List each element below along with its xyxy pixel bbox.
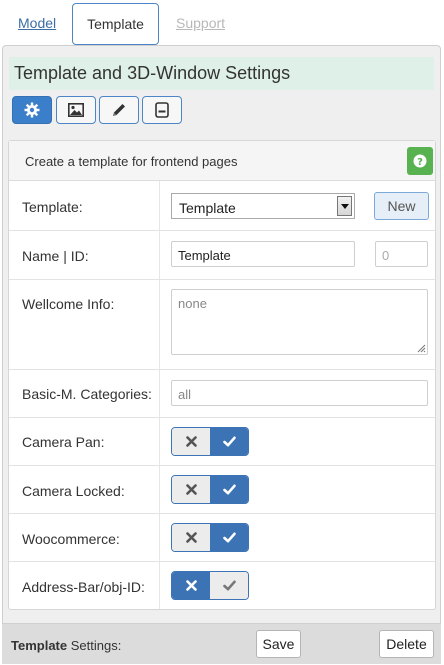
footer-bar: Template Settings: Save Delete [2, 623, 441, 664]
camera-pan-label: Camera Pan: [22, 434, 105, 450]
name-id-label: Name | ID: [22, 248, 89, 264]
welcome-label: Wellcome Info: [22, 296, 115, 312]
woocommerce-row: Woocommerce: [9, 514, 435, 562]
tab-support[interactable]: Support [176, 15, 225, 31]
new-template-button[interactable]: New [374, 192, 429, 220]
save-button[interactable]: Save [256, 630, 301, 658]
resize-handle-icon[interactable] [417, 344, 426, 353]
question-icon: ? [413, 154, 427, 168]
template-select-value: Template [179, 200, 236, 216]
camera-locked-toggle[interactable] [171, 475, 249, 504]
card-header: Create a template for frontend pages ? [9, 141, 435, 181]
welcome-placeholder: none [178, 296, 207, 311]
template-select[interactable]: Template [171, 193, 355, 219]
dropdown-arrow-icon[interactable] [337, 196, 352, 216]
footer-label-bold: Template [11, 638, 68, 653]
edit-tab-button[interactable] [99, 96, 139, 124]
close-icon [185, 436, 197, 447]
camera-locked-on[interactable] [210, 476, 248, 503]
image-icon [68, 103, 84, 117]
check-icon [222, 436, 236, 447]
address-bar-on[interactable] [210, 572, 248, 599]
close-icon [185, 532, 197, 543]
categories-row: Basic-M. Categories: all [9, 370, 435, 418]
woocommerce-label: Woocommerce: [22, 531, 120, 547]
close-icon [185, 484, 197, 495]
camera-locked-off[interactable] [172, 476, 210, 503]
check-icon [222, 484, 236, 495]
tab-bar: Model Template Support [0, 0, 444, 46]
panel-title: Template and 3D-Window Settings [14, 63, 291, 83]
categories-field[interactable]: all [171, 380, 428, 406]
template-row: Template: Template New [9, 181, 435, 231]
welcome-row: Wellcome Info: none [9, 280, 435, 370]
woocommerce-on[interactable] [210, 524, 248, 551]
address-bar-label: Address-Bar/obj-ID: [22, 579, 145, 595]
id-field[interactable]: 0 [375, 241, 428, 267]
window-tab-button[interactable] [142, 96, 182, 124]
window-icon [155, 102, 169, 118]
categories-label: Basic-M. Categories: [22, 386, 152, 402]
address-bar-off[interactable] [172, 572, 210, 599]
camera-pan-row: Camera Pan: [9, 418, 435, 466]
footer-label: Template Settings: [11, 638, 121, 653]
template-label: Template: [22, 199, 83, 215]
check-icon [222, 532, 236, 543]
name-id-row: Name | ID: Template 0 [9, 231, 435, 280]
woocommerce-toggle[interactable] [171, 523, 249, 552]
address-bar-row: Address-Bar/obj-ID: [9, 562, 435, 609]
settings-panel: Template and 3D-Window Settings Create a… [2, 45, 441, 664]
svg-text:?: ? [417, 157, 423, 168]
image-tab-button[interactable] [56, 96, 96, 124]
name-field-value: Template [178, 248, 231, 263]
id-field-placeholder: 0 [382, 248, 390, 263]
categories-placeholder: all [178, 387, 192, 402]
card-heading: Create a template for frontend pages [25, 154, 238, 169]
camera-pan-on[interactable] [210, 428, 248, 455]
gear-icon [24, 102, 40, 118]
template-card: Create a template for frontend pages ? T… [8, 140, 436, 610]
address-bar-toggle[interactable] [171, 571, 249, 600]
settings-tab-button[interactable] [12, 96, 52, 124]
tab-model[interactable]: Model [18, 15, 56, 31]
help-button[interactable]: ? [407, 147, 433, 175]
close-icon [185, 580, 197, 591]
tab-template[interactable]: Template [72, 3, 159, 45]
panel-header: Template and 3D-Window Settings [9, 57, 434, 90]
check-icon [222, 580, 236, 591]
camera-pan-toggle[interactable] [171, 427, 249, 456]
name-field[interactable]: Template [171, 241, 355, 267]
woocommerce-off[interactable] [172, 524, 210, 551]
welcome-textarea[interactable]: none [171, 289, 428, 355]
pencil-icon [113, 104, 125, 116]
delete-button[interactable]: Delete [379, 630, 434, 658]
footer-label-rest: Settings: [67, 638, 122, 653]
camera-locked-row: Camera Locked: [9, 466, 435, 514]
camera-locked-label: Camera Locked: [22, 483, 125, 499]
camera-pan-off[interactable] [172, 428, 210, 455]
